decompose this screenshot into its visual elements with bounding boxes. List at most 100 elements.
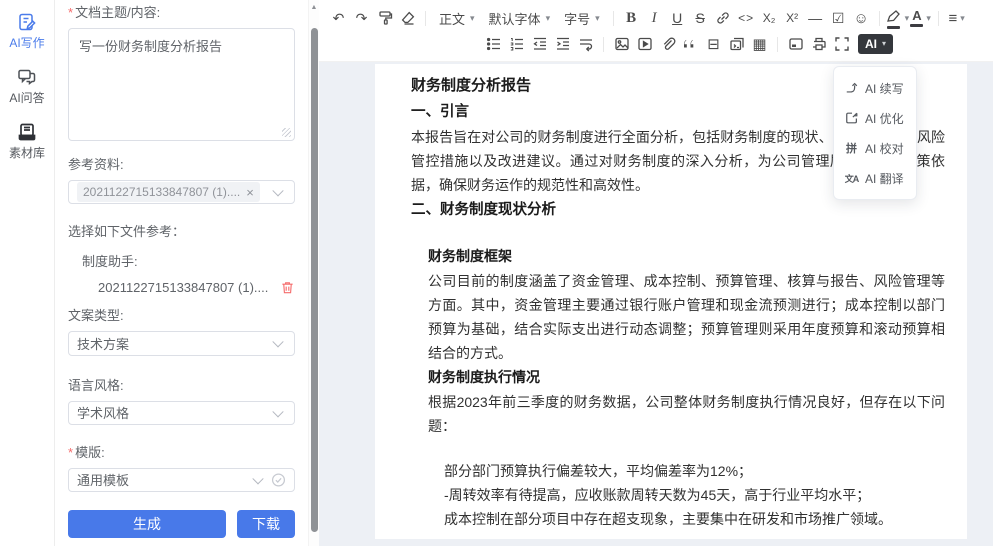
italic-icon[interactable]: I — [643, 6, 666, 30]
sidebar-item-ai-qa[interactable]: AI问答 — [9, 67, 44, 106]
ai-translate-icon: 文A — [844, 172, 859, 185]
toolbar-separator — [603, 37, 604, 52]
chevron-down-icon: ▾ — [960, 14, 965, 23]
ai-tools-menu: AI 续写 AI 优化 拼 AI 校对 文A AI 翻译 — [833, 66, 917, 200]
divider-block-icon[interactable]: ⊟ — [702, 32, 725, 56]
doc-type-select[interactable]: 技术方案 — [68, 331, 295, 355]
doc-block: 二、财务制度现状分析 — [411, 197, 945, 223]
file-ref-label: 选择如下文件参考： — [68, 224, 295, 240]
scroll-up-icon[interactable]: ▲ — [311, 4, 318, 11]
insert-image-icon[interactable] — [610, 32, 633, 56]
line-break-icon[interactable] — [574, 32, 597, 56]
required-mark: * — [68, 445, 73, 460]
generate-button[interactable]: 生成 — [68, 510, 226, 538]
redo-icon[interactable]: ↷ — [350, 6, 373, 30]
code-block-icon[interactable] — [725, 32, 748, 56]
toolbar-separator — [879, 11, 880, 26]
format-painter-icon[interactable] — [373, 6, 396, 30]
reference-tag: 2021122715133847807 (1).... × — [77, 182, 260, 202]
chevron-down-icon: ▾ — [470, 14, 475, 23]
delete-file-icon[interactable] — [280, 280, 295, 295]
horizontal-rule-icon[interactable]: ― — [804, 6, 827, 30]
strikethrough-icon[interactable]: S — [689, 6, 712, 30]
font-size-dropdown[interactable]: 字号▾ — [557, 6, 607, 30]
table-icon[interactable]: ▦ — [748, 32, 771, 56]
checkbox-icon[interactable]: ☑ — [827, 6, 850, 30]
menu-item-ai-translate[interactable]: 文A AI 翻译 — [834, 163, 916, 193]
highlight-pen-icon — [886, 8, 902, 29]
menu-item-ai-continue[interactable]: AI 续写 — [834, 73, 916, 103]
download-button[interactable]: 下载 — [237, 510, 295, 538]
reference-label: 参考资料: — [68, 157, 295, 173]
chevron-down-icon: ▾ — [882, 40, 886, 48]
required-mark: * — [68, 5, 73, 20]
align-button[interactable]: ≡▾ — [945, 6, 968, 30]
font-color-icon: A — [910, 9, 923, 27]
ai-continue-icon — [844, 81, 859, 95]
align-icon: ≡ — [949, 10, 958, 27]
ai-tools-button[interactable]: AI▾ — [858, 34, 893, 54]
paragraph-style-dropdown[interactable]: 正文▾ — [432, 6, 482, 30]
insert-video-icon[interactable] — [633, 32, 656, 56]
sidebar-item-label: 素材库 — [9, 144, 45, 161]
style-label: 语言风格: — [68, 378, 295, 394]
blockquote-icon[interactable] — [679, 32, 702, 56]
doc-block: 成本控制在部分项目中存在超支现象，主要集中在研发和市场推广领域。 — [444, 507, 945, 531]
file-name: 2021122715133847807 (1).... — [98, 280, 268, 295]
page-setup-icon[interactable] — [784, 32, 807, 56]
editor-area: ↶ ↷ 正文▾ 默认字体▾ 字号▾ B I U S <> X₂ X² ― ☑ ☺ — [319, 0, 993, 546]
outdent-icon[interactable] — [528, 32, 551, 56]
doc-block: 根据2023年前三季度的财务数据，公司整体财务制度执行情况良好，但存在以下问题： — [428, 390, 945, 438]
doc-block: 财务制度框架 — [428, 244, 945, 269]
doc-block — [411, 223, 945, 244]
ai-proofread-icon: 拼 — [844, 140, 859, 156]
print-icon[interactable] — [807, 32, 830, 56]
file-group-label: 制度助手: — [82, 251, 295, 270]
chevron-down-icon: ▾ — [595, 14, 600, 23]
emoji-icon[interactable]: ☺ — [850, 6, 873, 30]
ai-qa-icon — [17, 67, 37, 87]
style-select[interactable]: 学术风格 — [68, 401, 295, 425]
doc-block: 公司目前的制度涵盖了资金管理、成本控制、预算管理、核算与报告、风险管理等方面。其… — [428, 269, 945, 365]
subscript-icon[interactable]: X₂ — [758, 6, 781, 30]
clear-format-icon[interactable] — [396, 6, 419, 30]
menu-item-ai-optimize[interactable]: AI 优化 — [834, 103, 916, 133]
bullet-list-icon[interactable] — [482, 32, 505, 56]
underline-icon[interactable]: U — [666, 6, 689, 30]
topic-textarea[interactable]: 写一份财务制度分析报告 — [68, 28, 295, 141]
font-color-button[interactable]: A ▾ — [909, 6, 932, 30]
sidebar-item-ai-write[interactable]: AI写作 — [9, 12, 44, 51]
highlight-color-button[interactable]: ▾ — [886, 6, 910, 30]
toolbar-separator — [425, 11, 426, 26]
chevron-down-icon: ▾ — [546, 14, 551, 23]
tag-close-icon[interactable]: × — [246, 186, 254, 199]
ordered-list-icon[interactable] — [505, 32, 528, 56]
toolbar-separator — [938, 11, 939, 26]
indent-icon[interactable] — [551, 32, 574, 56]
doc-block: -周转效率有待提高，应收账款周转天数为45天，高于行业平均水平； — [444, 483, 945, 507]
scrollbar-thumb[interactable] — [311, 28, 318, 532]
inline-code-icon[interactable]: <> — [735, 6, 758, 30]
undo-icon[interactable]: ↶ — [327, 6, 350, 30]
bold-icon[interactable]: B — [620, 6, 643, 30]
fullscreen-icon[interactable] — [830, 32, 853, 56]
toolbar-row-2: ⊟ ▦ AI▾ — [327, 31, 987, 57]
sidebar-item-library[interactable]: 素材库 — [9, 122, 45, 161]
template-label: *模版: — [68, 445, 295, 461]
font-family-dropdown[interactable]: 默认字体▾ — [482, 6, 558, 30]
toolbar-row-1: ↶ ↷ 正文▾ 默认字体▾ 字号▾ B I U S <> X₂ X² ― ☑ ☺ — [327, 5, 987, 31]
superscript-icon[interactable]: X² — [781, 6, 804, 30]
template-select[interactable]: 通用模板 — [68, 468, 295, 492]
link-icon[interactable] — [712, 6, 735, 30]
menu-item-ai-proofread[interactable]: 拼 AI 校对 — [834, 133, 916, 163]
form-actions: 生成 下载 — [68, 510, 295, 538]
generation-form: *文档主题/内容: 写一份财务制度分析报告 参考资料: 202112271513… — [55, 0, 308, 546]
library-icon — [17, 122, 37, 142]
panel-scrollbar[interactable]: ▲ — [308, 0, 319, 546]
attachment-icon[interactable] — [656, 32, 679, 56]
doc-type-label: 文案类型: — [68, 308, 295, 324]
reference-select[interactable]: 2021122715133847807 (1).... × — [68, 180, 295, 204]
sidebar-item-label: AI写作 — [9, 34, 44, 51]
topic-label: *文档主题/内容: — [68, 5, 295, 21]
doc-block — [411, 438, 945, 459]
